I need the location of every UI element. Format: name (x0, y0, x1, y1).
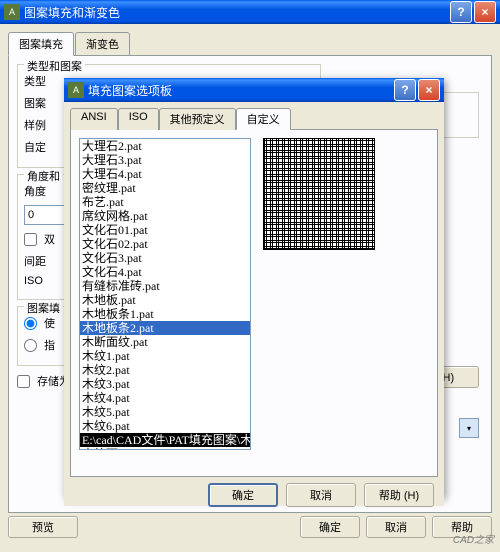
list-item[interactable]: 有缝标准砖.pat (80, 279, 250, 293)
assign-radio[interactable] (24, 339, 37, 352)
use-radio[interactable] (24, 317, 37, 330)
modal-tab-ansi[interactable]: ANSI (70, 108, 118, 130)
preview-button[interactable]: 预览 (8, 516, 78, 538)
list-item[interactable]: 木纹4.pat (80, 391, 250, 405)
list-item[interactable]: 文化石02.pat (80, 237, 250, 251)
list-item[interactable]: 布艺.pat (80, 195, 250, 209)
close-button[interactable]: × (474, 1, 496, 23)
list-item[interactable]: E:\cad\CAD文件\PAT填充图案\木纹面1.pat (80, 433, 250, 447)
expand-icon[interactable]: ▾ (459, 418, 479, 438)
label-assign: 指 (44, 337, 55, 353)
save-default-checkbox[interactable] (17, 375, 30, 388)
modal-tab-iso[interactable]: ISO (118, 108, 159, 130)
parent-cancel-button[interactable]: 取消 (366, 516, 426, 538)
modal-title: 填充图案选项板 (88, 82, 394, 99)
modal-cancel-button[interactable]: 取消 (286, 483, 356, 507)
modal-tab-custom[interactable]: 自定义 (236, 108, 291, 130)
label-use: 使 (44, 315, 55, 331)
list-item[interactable]: 大理石3.pat (80, 153, 250, 167)
modal-tab-other[interactable]: 其他预定义 (159, 108, 236, 130)
list-item[interactable]: 文化石3.pat (80, 251, 250, 265)
modal-app-icon: A (68, 82, 84, 98)
pattern-preview (263, 138, 375, 250)
list-item[interactable]: 木纹3.pat (80, 377, 250, 391)
group-pattern-title: 图案填 (24, 300, 63, 316)
list-item[interactable]: 木断面纹.pat (80, 335, 250, 349)
group-type-title: 类型和图案 (24, 58, 85, 74)
watermark: CAD之家 (453, 531, 494, 546)
parent-ok-button[interactable]: 确定 (300, 516, 360, 538)
label-double: 双 (44, 231, 55, 247)
tab-gradient[interactable]: 渐变色 (75, 32, 130, 56)
list-item[interactable]: 密纹理.pat (80, 181, 250, 195)
list-item[interactable]: 大理石4.pat (80, 167, 250, 181)
modal-help-button[interactable]: ? (394, 79, 416, 101)
pattern-listbox[interactable]: 大理石2.pat大理石3.pat大理石4.pat密纹理.pat布艺.pat席纹网… (79, 138, 251, 450)
help-button[interactable]: ? (450, 1, 472, 23)
list-item[interactable]: 文化石4.pat (80, 265, 250, 279)
list-item[interactable]: 文化石01.pat (80, 223, 250, 237)
list-item[interactable]: 木纹面3.pat (80, 447, 250, 450)
double-checkbox[interactable] (24, 233, 37, 246)
modal-close-button[interactable]: × (418, 79, 440, 101)
modal-helpbtn[interactable]: 帮助 (H) (364, 483, 434, 507)
parent-title: 图案填充和渐变色 (24, 4, 450, 21)
hatch-palette-dialog: A 填充图案选项板 ? × ANSI ISO 其他预定义 自定义 大理石2.pa… (64, 78, 444, 498)
group-angle-title: 角度和 (24, 168, 63, 184)
app-icon: A (4, 4, 20, 20)
list-item[interactable]: 木地板条2.pat (80, 321, 250, 335)
list-item[interactable]: 席纹网格.pat (80, 209, 250, 223)
list-item[interactable]: 木纹6.pat (80, 419, 250, 433)
list-item[interactable]: 木纹5.pat (80, 405, 250, 419)
list-item[interactable]: 木地板条1.pat (80, 307, 250, 321)
list-item[interactable]: 木地板.pat (80, 293, 250, 307)
list-item[interactable]: 大理石2.pat (80, 139, 250, 153)
tab-hatch[interactable]: 图案填充 (8, 32, 74, 56)
parent-titlebar: A 图案填充和渐变色 ? × (0, 0, 500, 24)
list-item[interactable]: 木纹2.pat (80, 363, 250, 377)
list-item[interactable]: 木纹1.pat (80, 349, 250, 363)
modal-ok-button[interactable]: 确定 (208, 483, 278, 507)
